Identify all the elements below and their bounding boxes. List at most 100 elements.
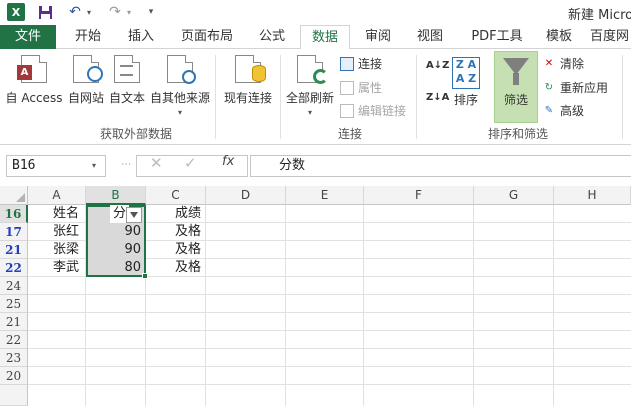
row-header-21b[interactable]: 21: [0, 313, 28, 331]
gridline: [28, 348, 631, 349]
clear-filter-button[interactable]: ✕ 清除: [542, 55, 584, 72]
tab-file[interactable]: 文件: [0, 25, 56, 49]
from-web-button[interactable]: 自网站: [64, 55, 108, 106]
row-header-17[interactable]: 17: [0, 223, 28, 241]
cell-c17[interactable]: 及格: [172, 223, 204, 241]
advanced-filter-label: 高级: [560, 104, 585, 118]
chevron-down-icon: ▾: [307, 108, 312, 117]
refresh-all-button[interactable]: 全部刷新 ▾: [284, 55, 336, 117]
tab-insert[interactable]: 插入: [118, 25, 164, 49]
cell-b17[interactable]: 90: [88, 223, 144, 241]
cell-b21[interactable]: 90: [88, 241, 144, 259]
advanced-filter-icon: ✎: [544, 104, 554, 116]
access-file-icon: A: [17, 55, 47, 83]
reapply-label: 重新应用: [560, 81, 609, 95]
redo-icon[interactable]: ↷: [108, 3, 122, 21]
row-header-23[interactable]: 23: [0, 349, 28, 367]
connections-button[interactable]: 连接: [340, 55, 382, 72]
sort-z-to-a-button[interactable]: Z↓A: [426, 93, 449, 103]
row-header-22b[interactable]: 22: [0, 331, 28, 349]
chevron-down-icon: ▾: [177, 108, 182, 117]
gridline: [285, 205, 286, 406]
cell-c21[interactable]: 及格: [172, 241, 204, 259]
clear-filter-label: 清除: [560, 57, 585, 71]
column-header-e[interactable]: E: [286, 186, 364, 205]
undo-icon[interactable]: ↶: [68, 3, 82, 21]
name-box-dropdown-icon[interactable]: ▾: [92, 161, 96, 170]
group-divider: [416, 55, 417, 139]
tab-page-layout[interactable]: 页面布局: [172, 25, 242, 49]
cancel-icon[interactable]: ✕: [150, 154, 163, 172]
tab-templates[interactable]: 模板: [538, 25, 580, 49]
clear-filter-icon: ✕: [544, 57, 554, 69]
row-header-partial[interactable]: [0, 385, 28, 406]
cell-c16[interactable]: 成绩: [172, 205, 204, 223]
row-header-22[interactable]: 22: [0, 259, 28, 277]
gridline: [28, 366, 631, 367]
reapply-button[interactable]: ↻ 重新应用: [542, 79, 608, 96]
from-web-label: 自网站: [67, 91, 104, 105]
tab-data[interactable]: 数据: [300, 25, 350, 50]
formula-input[interactable]: 分数: [250, 155, 631, 177]
tab-home[interactable]: 开始: [64, 25, 112, 49]
advanced-filter-button[interactable]: ✎ 高级: [542, 102, 584, 119]
row-header-16[interactable]: 16: [0, 205, 28, 223]
cell-b22[interactable]: 80: [88, 259, 144, 277]
group-label-connections: 连接: [338, 127, 363, 141]
gridline: [363, 205, 364, 406]
column-header-c[interactable]: C: [146, 186, 206, 205]
column-header-h[interactable]: H: [554, 186, 631, 205]
sort-label: 排序: [453, 93, 478, 107]
cell-c22[interactable]: 及格: [172, 259, 204, 277]
properties-icon: [340, 80, 354, 95]
select-all-button[interactable]: [0, 186, 28, 205]
from-access-label: 自 Access: [5, 91, 63, 105]
filter-label: 筛选: [503, 93, 528, 107]
undo-dropdown-icon[interactable]: ▾: [84, 3, 94, 21]
tab-formulas[interactable]: 公式: [250, 25, 294, 49]
row-header-20[interactable]: 20: [0, 367, 28, 385]
group-divider: [622, 55, 623, 139]
group-label-external-data: 获取外部数据: [100, 127, 173, 141]
gridline: [28, 384, 631, 385]
properties-button[interactable]: 属性: [340, 79, 382, 96]
from-other-sources-button[interactable]: 自其他来源 ▾: [148, 55, 212, 117]
column-header-b[interactable]: B: [86, 186, 146, 205]
edit-links-button[interactable]: 编辑链接: [340, 102, 406, 119]
from-text-button[interactable]: 自文本: [106, 55, 148, 106]
tab-review[interactable]: 审阅: [356, 25, 400, 49]
row-header-25[interactable]: 25: [0, 295, 28, 313]
from-text-label: 自文本: [108, 91, 145, 105]
save-icon[interactable]: [36, 3, 54, 21]
formula-bar: B16 ▾ ⋮ ✕ ✓ fx 分数: [0, 152, 631, 180]
cell-a21[interactable]: 张梁: [50, 241, 82, 259]
tab-view[interactable]: 视图: [408, 25, 452, 49]
name-box[interactable]: B16: [6, 155, 106, 177]
cell-a16[interactable]: 姓名: [50, 205, 82, 223]
sort-a-to-z-button[interactable]: A↓Z: [426, 61, 449, 71]
filter-dropdown-icon[interactable]: [126, 207, 142, 223]
text-file-icon: [114, 55, 140, 83]
existing-connections-icon: [235, 55, 266, 83]
cell-a22[interactable]: 李武: [50, 259, 82, 277]
from-access-button[interactable]: A 自 Access: [4, 55, 64, 106]
column-header-f[interactable]: F: [364, 186, 474, 205]
existing-connections-button[interactable]: 现有连接: [220, 55, 276, 106]
from-other-sources-label: 自其他来源: [149, 91, 210, 105]
window-title: 新建 Micro: [568, 8, 631, 23]
group-divider: [280, 55, 281, 139]
tab-baidu[interactable]: 百度网: [590, 25, 631, 49]
formula-bar-splitter[interactable]: ⋮: [120, 159, 131, 167]
redo-dropdown-icon[interactable]: ▾: [124, 3, 134, 21]
column-header-g[interactable]: G: [474, 186, 554, 205]
insert-function-icon[interactable]: fx: [222, 154, 234, 169]
column-header-a[interactable]: A: [28, 186, 86, 205]
customize-quick-access-icon[interactable]: ▾: [146, 3, 156, 21]
row-header-24[interactable]: 24: [0, 277, 28, 295]
sort-button[interactable]: 排序: [448, 91, 484, 108]
row-header-21[interactable]: 21: [0, 241, 28, 259]
column-header-d[interactable]: D: [206, 186, 286, 205]
cell-a17[interactable]: 张红: [50, 223, 82, 241]
tab-pdf-tools[interactable]: PDF工具: [462, 25, 532, 49]
enter-icon[interactable]: ✓: [184, 154, 197, 172]
